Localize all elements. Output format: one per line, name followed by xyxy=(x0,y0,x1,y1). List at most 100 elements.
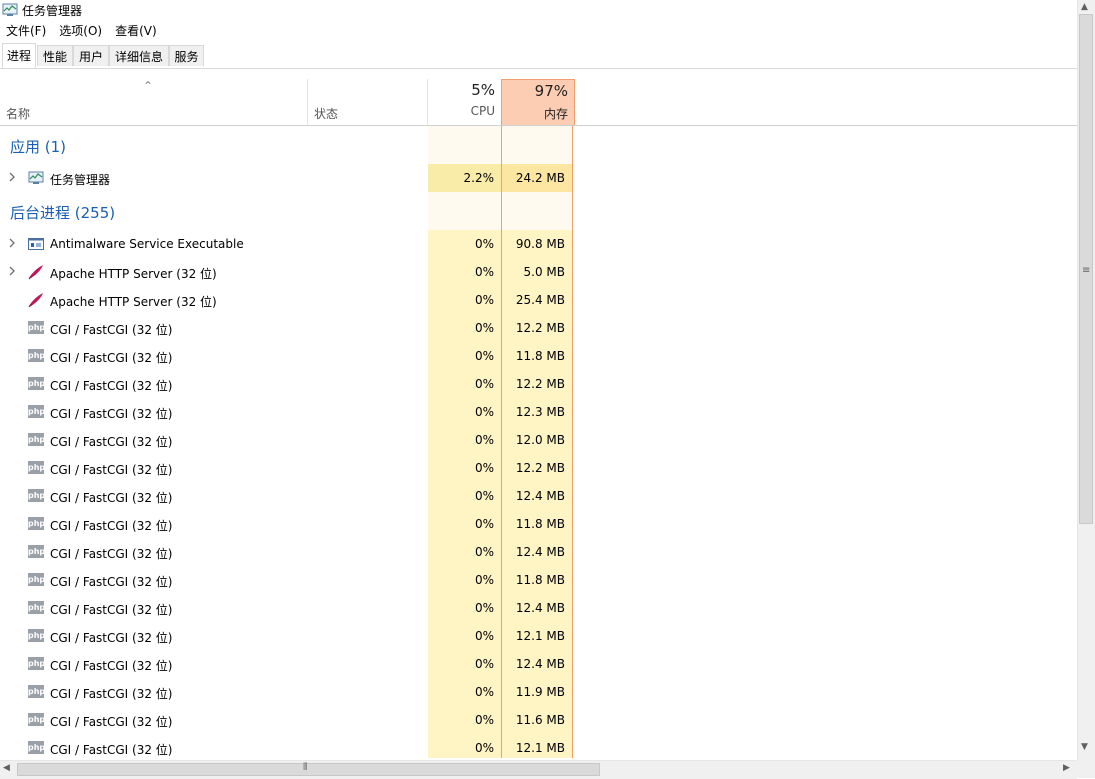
memory-cell: 5.0 MB xyxy=(502,258,572,286)
cpu-value: 0% xyxy=(474,237,494,251)
cpu-value: 0% xyxy=(474,685,494,699)
process-row[interactable]: php CGI / FastCGI (32 位) 0% 12.4 MB xyxy=(0,594,1077,622)
process-name: Apache HTTP Server (32 位) xyxy=(50,267,217,281)
column-header-status[interactable]: 状态 xyxy=(314,105,338,122)
menu-view[interactable]: 查看(V) xyxy=(109,22,164,39)
process-row[interactable]: php CGI / FastCGI (32 位) 0% 12.1 MB xyxy=(0,622,1077,650)
scroll-left-icon[interactable]: ◀ xyxy=(3,763,10,773)
memory-cell: 11.9 MB xyxy=(502,678,572,706)
cpu-cell: 0% xyxy=(428,258,501,286)
process-row[interactable]: php CGI / FastCGI (32 位) 0% 12.4 MB xyxy=(0,650,1077,678)
tab-services[interactable]: 服务 xyxy=(169,45,204,66)
cpu-cell: 0% xyxy=(428,566,501,594)
cpu-value: 0% xyxy=(474,405,494,419)
process-name: CGI / FastCGI (32 位) xyxy=(50,407,173,421)
service-icon xyxy=(28,236,44,252)
cpu-value: 0% xyxy=(474,629,494,643)
scroll-right-icon[interactable]: ▶ xyxy=(1063,763,1070,773)
cpu-cell: 0% xyxy=(428,706,501,734)
scroll-up-icon[interactable]: ▲ xyxy=(1081,2,1088,12)
process-name: CGI / FastCGI (32 位) xyxy=(50,351,173,365)
memory-value: 12.4 MB xyxy=(515,601,565,615)
process-row[interactable]: php CGI / FastCGI (32 位) 0% 11.8 MB xyxy=(0,510,1077,538)
process-row[interactable]: php CGI / FastCGI (32 位) 0% 11.6 MB xyxy=(0,706,1077,734)
process-row[interactable]: php CGI / FastCGI (32 位) 0% 12.2 MB xyxy=(0,370,1077,398)
process-row[interactable]: Apache HTTP Server (32 位) 0% 5.0 MB xyxy=(0,258,1077,286)
cpu-cell: 0% xyxy=(428,342,501,370)
process-row[interactable]: php CGI / FastCGI (32 位) 0% 12.2 MB xyxy=(0,314,1077,342)
process-row[interactable]: php CGI / FastCGI (32 位) 0% 12.1 MB xyxy=(0,734,1077,758)
process-list: 应用 (1) 任务管理器 2.2% 24.2 MB 后台进程 (255) Antim… xyxy=(0,126,1077,758)
process-name: CGI / FastCGI (32 位) xyxy=(50,547,173,561)
chevron-right-icon[interactable] xyxy=(7,171,17,183)
memory-value: 12.1 MB xyxy=(515,741,565,755)
process-row[interactable]: php CGI / FastCGI (32 位) 0% 12.2 MB xyxy=(0,454,1077,482)
php-icon: php xyxy=(28,377,46,390)
cpu-value: 0% xyxy=(474,265,494,279)
menu-options[interactable]: 选项(O) xyxy=(53,22,109,39)
process-row[interactable]: php CGI / FastCGI (32 位) 0% 12.4 MB xyxy=(0,482,1077,510)
tab-performance[interactable]: 性能 xyxy=(37,45,73,66)
memory-cell: 12.4 MB xyxy=(502,594,572,622)
process-row[interactable]: Antimalware Service Executable 0% 90.8 MB xyxy=(0,230,1077,258)
cpu-cell: 0% xyxy=(428,230,501,258)
tab-details[interactable]: 详细信息 xyxy=(109,45,169,66)
memory-cell: 11.8 MB xyxy=(502,566,572,594)
column-header-cpu[interactable]: 5% CPU xyxy=(428,79,501,125)
cpu-cell: 0% xyxy=(428,734,501,758)
process-row[interactable]: 任务管理器 2.2% 24.2 MB xyxy=(0,164,1077,192)
process-row[interactable]: php CGI / FastCGI (32 位) 0% 12.0 MB xyxy=(0,426,1077,454)
process-row[interactable]: php CGI / FastCGI (32 位) 0% 12.3 MB xyxy=(0,398,1077,426)
horizontal-scroll-thumb[interactable] xyxy=(17,763,600,776)
process-name: CGI / FastCGI (32 位) xyxy=(50,715,173,729)
process-row[interactable]: php CGI / FastCGI (32 位) 0% 11.8 MB xyxy=(0,342,1077,370)
cpu-value: 0% xyxy=(474,349,494,363)
horizontal-scrollbar[interactable]: ◀ ⦀ ▶ xyxy=(0,760,1077,779)
process-name: CGI / FastCGI (32 位) xyxy=(50,435,173,449)
memory-value: 11.8 MB xyxy=(515,573,565,587)
tab-processes[interactable]: 进程 xyxy=(2,43,36,68)
scroll-down-icon[interactable]: ▼ xyxy=(1081,742,1088,752)
column-divider[interactable] xyxy=(307,79,308,125)
memory-value: 12.2 MB xyxy=(515,377,565,391)
vertical-scrollbar[interactable]: ▲ ≡ ▼ xyxy=(1077,0,1095,760)
process-row[interactable]: Apache HTTP Server (32 位) 0% 25.4 MB xyxy=(0,286,1077,314)
memory-value: 11.6 MB xyxy=(515,713,565,727)
column-header-name[interactable]: 名称 xyxy=(6,105,30,122)
cpu-cell: 0% xyxy=(428,594,501,622)
process-row[interactable]: php CGI / FastCGI (32 位) 0% 11.8 MB xyxy=(0,566,1077,594)
memory-value: 11.8 MB xyxy=(515,517,565,531)
task-manager-icon xyxy=(28,170,44,186)
grip-icon: ⦀ xyxy=(303,762,308,773)
process-name: CGI / FastCGI (32 位) xyxy=(50,323,173,337)
cpu-value: 0% xyxy=(474,433,494,447)
menu-file[interactable]: 文件(F) xyxy=(0,22,53,39)
cpu-value: 0% xyxy=(474,293,494,307)
cpu-cell: 0% xyxy=(428,678,501,706)
php-icon: php xyxy=(28,713,46,726)
cpu-total-percent: 5% xyxy=(471,81,495,99)
memory-cell: 24.2 MB xyxy=(502,164,572,192)
cpu-cell: 0% xyxy=(428,426,501,454)
memory-cell: 12.2 MB xyxy=(502,370,572,398)
chevron-right-icon[interactable] xyxy=(7,237,17,249)
chevron-right-icon[interactable] xyxy=(7,265,17,277)
process-name: CGI / FastCGI (32 位) xyxy=(50,631,173,645)
process-row[interactable]: php CGI / FastCGI (32 位) 0% 11.9 MB xyxy=(0,678,1077,706)
php-icon: php xyxy=(28,517,46,530)
memory-value: 12.4 MB xyxy=(515,489,565,503)
php-icon: php xyxy=(28,545,46,558)
tab-bar: 进程 性能 用户 详细信息 服务 xyxy=(0,43,1077,69)
column-header-memory[interactable]: 97% 内存 xyxy=(501,79,575,125)
memory-value: 12.4 MB xyxy=(515,545,565,559)
process-name: CGI / FastCGI (32 位) xyxy=(50,379,173,393)
process-name: CGI / FastCGI (32 位) xyxy=(50,659,173,673)
cpu-value: 0% xyxy=(474,461,494,475)
process-row[interactable]: php CGI / FastCGI (32 位) 0% 12.4 MB xyxy=(0,538,1077,566)
memory-cell: 12.1 MB xyxy=(502,622,572,650)
memory-cell: 12.0 MB xyxy=(502,426,572,454)
process-name: CGI / FastCGI (32 位) xyxy=(50,519,173,533)
tab-users[interactable]: 用户 xyxy=(73,45,109,66)
cpu-value: 0% xyxy=(474,601,494,615)
group-header-background: 后台进程 (255) xyxy=(0,192,1077,230)
